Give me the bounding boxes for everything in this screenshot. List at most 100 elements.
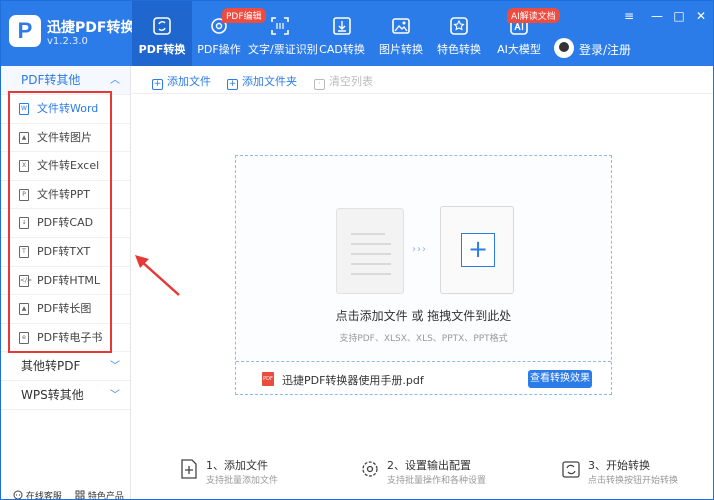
arrows-icon: ››› <box>412 244 427 255</box>
add-file-label: 添加文件 <box>167 75 211 88</box>
maximize-icon[interactable]: □ <box>672 9 686 23</box>
sidebar-item-label: PDF转长图 <box>37 302 92 316</box>
plus-icon: + <box>461 233 495 267</box>
login-register-link[interactable]: 登录/注册 <box>579 41 631 58</box>
trash-icon: · <box>314 79 325 90</box>
supported-formats: 支持PDF、XLSX、XLS、PPTX、PPT格式 <box>339 334 508 344</box>
scan-frame-icon <box>271 17 289 35</box>
chat-icon <box>13 490 23 499</box>
long-image-file-icon: ▲ <box>19 303 29 316</box>
nav-label: PDF转换 <box>138 43 186 56</box>
sidebar-item-label: PDF转电子书 <box>37 330 103 344</box>
featured-products-label: 特色产品 <box>87 492 124 500</box>
word-file-icon: W <box>19 103 29 115</box>
add-folder-label: 添加文件夹 <box>242 75 297 88</box>
sidebar-item-file-to-ppt[interactable]: P 文件转PPT <box>1 181 130 210</box>
clear-list-button[interactable]: · 清空列表 <box>314 73 373 90</box>
category-other-to-pdf[interactable]: 其他转PDF ﹀ <box>1 352 130 382</box>
nav-label: AI大模型 <box>497 43 541 56</box>
excel-file-icon: X <box>19 160 29 173</box>
add-file-icon <box>181 459 197 479</box>
cad-file-icon: ↓ <box>19 217 29 230</box>
nav-label: 特色转换 <box>437 43 481 56</box>
file-drop-zone[interactable]: ››› + 点击添加文件 或 拖拽文件到此处 支持PDF、XLSX、XLS、PP… <box>235 155 612 395</box>
clear-list-label: 清空列表 <box>329 75 373 88</box>
step-title: 3、开始转换 <box>588 459 650 472</box>
avatar[interactable] <box>554 38 574 58</box>
step-desc: 点击转换按钮开始转换 <box>588 476 679 486</box>
nav-cad[interactable]: CAD转换 <box>318 1 366 66</box>
category-label: WPS转其他 <box>21 388 84 403</box>
refresh-pdf-icon <box>153 17 171 35</box>
nav-label: PDF操作 <box>197 43 241 56</box>
chevron-down-icon: ﹀ <box>110 361 120 373</box>
nav-label: 图片转换 <box>379 43 423 56</box>
cad-download-icon <box>333 17 351 35</box>
manual-row: PDF 迅捷PDF转换器使用手册.pdf 查看转换效果 <box>236 361 611 394</box>
sidebar-item-file-to-excel[interactable]: X 文件转Excel <box>1 152 130 181</box>
sidebar-item-label: 文件转Excel <box>37 159 100 173</box>
sidebar-item-pdf-to-ebook[interactable]: e PDF转电子书 <box>1 324 130 353</box>
top-bar: P 迅捷PDF转换器 v1.2.3.0 PDF转换 PDF操作 PDF编辑 文字… <box>1 1 713 66</box>
add-file-button[interactable]: + 添加文件 <box>152 73 211 90</box>
pdf-file-icon: PDF <box>262 372 274 386</box>
html-file-icon: </> <box>19 274 32 287</box>
sidebar-item-label: 文件转图片 <box>37 130 92 144</box>
ppt-file-icon: P <box>19 188 29 201</box>
document-illustration-icon <box>336 208 404 294</box>
convert-icon <box>562 461 580 478</box>
category-pdf-to-other[interactable]: PDF转其他 ︿ <box>1 66 130 95</box>
sidebar-item-label: 文件转Word <box>37 102 99 115</box>
featured-products-link[interactable]: 特色产品 <box>75 489 124 500</box>
sidebar-item-label: PDF转TXT <box>37 244 91 258</box>
online-service-link[interactable]: 在线客服 <box>13 489 62 500</box>
file-toolbar: + 添加文件 + 添加文件夹 · 清空列表 <box>132 66 713 94</box>
chevron-up-icon: ︿ <box>110 75 120 86</box>
image-icon <box>392 18 410 34</box>
user-manual-link[interactable]: 迅捷PDF转换器使用手册.pdf <box>282 372 424 388</box>
app-window: P 迅捷PDF转换器 v1.2.3.0 PDF转换 PDF操作 PDF编辑 文字… <box>0 0 714 500</box>
image-file-icon: ▲ <box>19 131 29 144</box>
chevron-down-icon: ﹀ <box>110 390 120 402</box>
category-wps-to-other[interactable]: WPS转其他 ﹀ <box>1 381 130 411</box>
txt-file-icon: T <box>19 245 29 258</box>
steps-bar: 1、添加文件 支持批量添加文件 2、设置输出配置 支持批量操作和各种设置 3、开… <box>132 451 713 499</box>
drop-title: 点击添加文件 或 拖拽文件到此处 <box>335 309 512 323</box>
folder-plus-icon: + <box>227 79 238 90</box>
logo-letter: P <box>17 18 33 43</box>
sidebar-item-file-to-image[interactable]: ▲ 文件转图片 <box>1 124 130 153</box>
sidebar-item-pdf-to-txt[interactable]: T PDF转TXT <box>1 238 130 267</box>
sidebar: PDF转其他 ︿ W 文件转Word ▲ 文件转图片 X 文件转Excel P 文件转P… <box>1 66 131 499</box>
ebook-file-icon: e <box>19 331 29 344</box>
category-label: PDF转其他 <box>21 73 81 87</box>
sidebar-item-label: PDF转CAD <box>37 216 94 230</box>
close-icon[interactable]: ✕ <box>694 9 708 23</box>
grid-icon <box>75 490 85 499</box>
sidebar-item-label: 文件转PPT <box>37 187 90 201</box>
nav-pdf-convert[interactable]: PDF转换 <box>132 1 192 66</box>
annotation-arrow <box>135 255 180 296</box>
nav-special[interactable]: 特色转换 <box>435 1 483 66</box>
sidebar-item-pdf-to-html[interactable]: </> PDF转HTML <box>1 267 130 296</box>
sidebar-item-file-to-word[interactable]: W 文件转Word <box>1 95 130 124</box>
sidebar-item-pdf-to-cad[interactable]: ↓ PDF转CAD <box>1 209 130 238</box>
menu-icon[interactable]: ≡ <box>622 9 636 23</box>
star-refresh-icon <box>450 17 468 35</box>
add-folder-button[interactable]: + 添加文件夹 <box>227 73 297 90</box>
nav-image[interactable]: 图片转换 <box>377 1 425 66</box>
step-desc: 支持批量添加文件 <box>206 476 279 486</box>
app-logo: P <box>9 15 41 47</box>
nav-label: CAD转换 <box>319 43 365 56</box>
drop-area[interactable]: ››› + 点击添加文件 或 拖拽文件到此处 支持PDF、XLSX、XLS、PP… <box>236 156 611 361</box>
step-desc: 支持批量操作和各种设置 <box>387 476 487 486</box>
category-label: 其他转PDF <box>21 359 81 374</box>
nav-label: 文字/票证识别 <box>248 43 318 56</box>
settings-gear-icon <box>362 461 378 477</box>
nav-ocr[interactable]: 文字/票证识别 <box>248 1 318 66</box>
add-card[interactable]: + <box>440 206 514 294</box>
minimize-icon[interactable]: — <box>650 9 664 23</box>
sidebar-item-pdf-to-long-image[interactable]: ▲ PDF转长图 <box>1 295 130 324</box>
step-title: 2、设置输出配置 <box>387 459 471 472</box>
online-service-label: 在线客服 <box>25 492 62 500</box>
view-effect-button[interactable]: 查看转换效果 <box>528 370 592 388</box>
